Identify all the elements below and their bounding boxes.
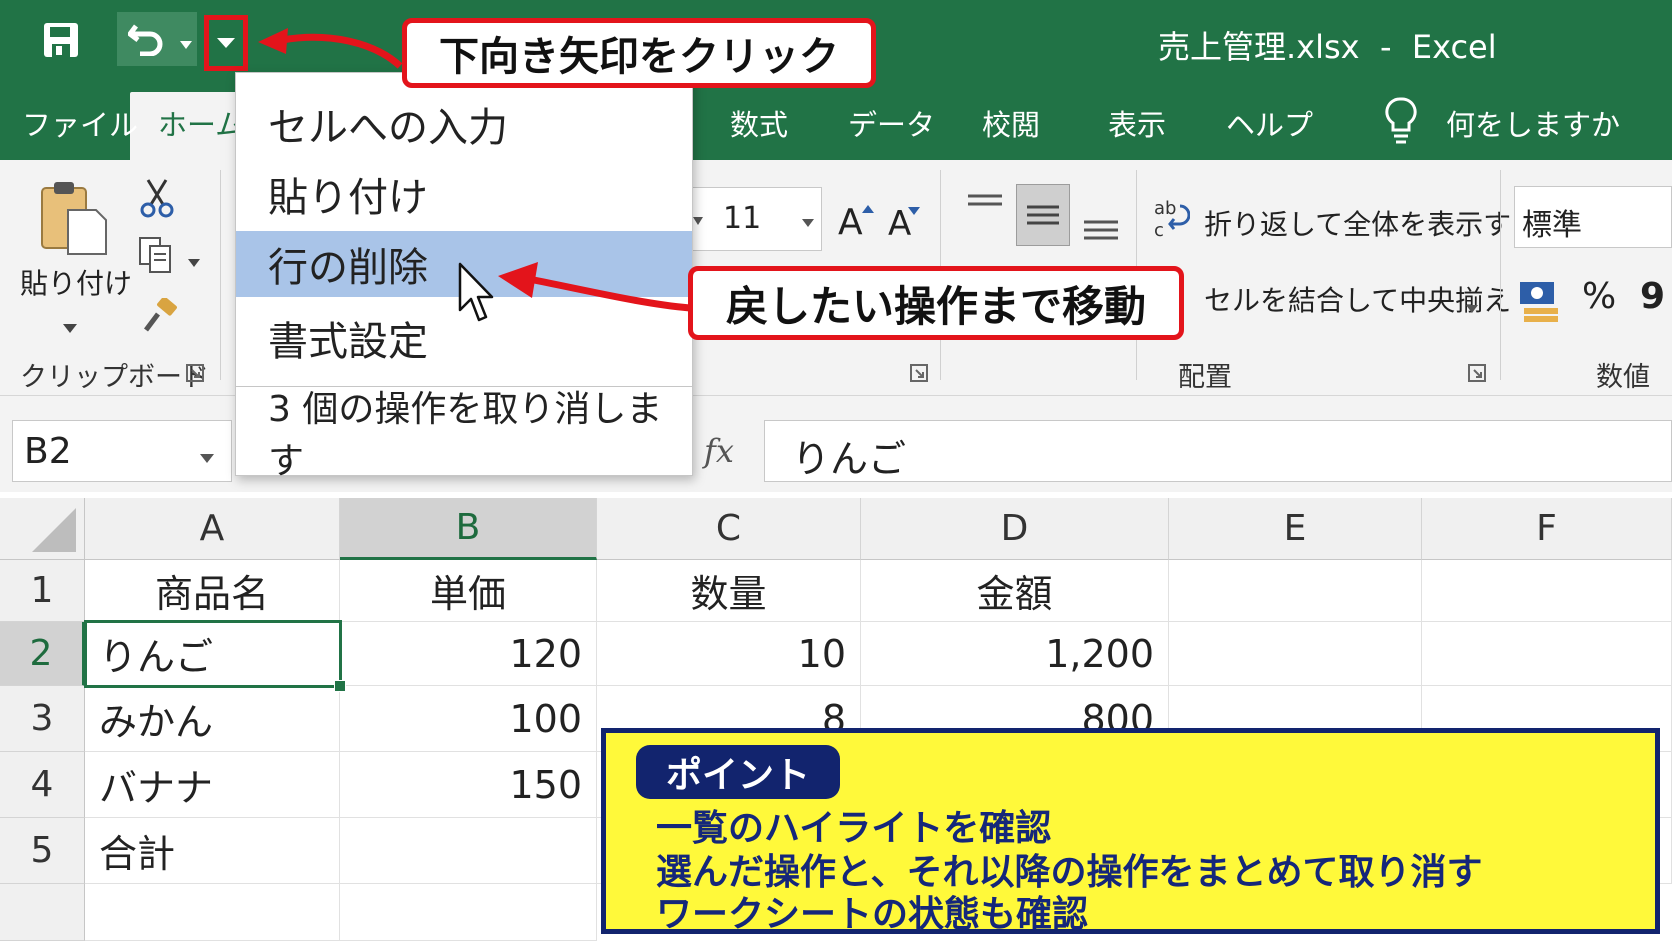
percent-style-button[interactable]: % <box>1582 276 1616 317</box>
tab-review[interactable]: 校閲 <box>982 102 1040 144</box>
fx-icon[interactable]: fx <box>704 432 734 470</box>
shrink-font-caret-icon <box>908 200 920 215</box>
undo-item-cell-input[interactable]: セルへの入力 <box>236 91 692 157</box>
caret-down-icon <box>217 38 235 48</box>
cell-d2[interactable]: 1,200 <box>861 622 1169 686</box>
tab-file[interactable]: ファイル <box>22 102 138 144</box>
active-cell-border <box>84 620 342 688</box>
name-box-value: B2 <box>24 431 72 472</box>
select-all-corner[interactable] <box>0 498 85 560</box>
point-note-box: ポイント 一覧のハイライトを確認 選んだ操作と、それ以降の操作をまとめて取り消す… <box>601 728 1660 935</box>
cell-b2[interactable]: 120 <box>340 622 597 686</box>
format-painter-icon[interactable] <box>142 296 178 334</box>
paste-caret-icon[interactable] <box>63 318 77 333</box>
copy-caret-icon[interactable] <box>188 252 200 267</box>
name-box-caret-icon[interactable] <box>200 448 214 463</box>
align-middle-icon[interactable] <box>1016 184 1070 246</box>
cell-e2[interactable] <box>1169 622 1422 686</box>
row-header-2[interactable]: 2 <box>0 622 85 686</box>
align-bottom-icon[interactable] <box>1082 216 1120 240</box>
tab-help[interactable]: ヘルプ <box>1226 102 1313 144</box>
row-header-5[interactable]: 5 <box>0 818 85 884</box>
number-group-label: 数値 <box>1596 362 1650 393</box>
cell-a3[interactable]: みかん <box>85 686 340 752</box>
cell-b6[interactable] <box>340 884 597 941</box>
row-header-1[interactable]: 1 <box>0 560 85 622</box>
cell-a6[interactable] <box>85 884 340 941</box>
cell-b3[interactable]: 100 <box>340 686 597 752</box>
column-header-d[interactable]: D <box>861 498 1169 560</box>
arrow-to-dropdown <box>248 22 408 72</box>
font-launcher-icon[interactable] <box>910 364 928 382</box>
alignment-group-label: 配置 <box>1178 362 1232 393</box>
svg-text:ab: ab <box>1154 198 1176 219</box>
cell-a5[interactable]: 合計 <box>85 818 340 884</box>
save-icon[interactable] <box>42 22 82 58</box>
cell-f2[interactable] <box>1422 622 1672 686</box>
cell-a4[interactable]: バナナ <box>85 752 340 818</box>
undo-dropdown-button[interactable] <box>204 15 248 71</box>
undo-count-footer: 3 個の操作を取り消します <box>268 389 663 482</box>
undo-icon[interactable] <box>127 22 166 57</box>
wrap-text-icon[interactable]: ab c <box>1152 196 1191 241</box>
mouse-pointer-icon <box>458 262 494 326</box>
alignment-launcher-icon[interactable] <box>1468 364 1486 382</box>
comma-style-button[interactable]: 9 <box>1640 276 1665 317</box>
grow-font-caret-icon <box>862 198 874 213</box>
svg-text:c: c <box>1154 220 1164 240</box>
cell-a1[interactable]: 商品名 <box>85 560 340 622</box>
tab-home[interactable]: ホーム <box>158 102 244 144</box>
paste-icon[interactable] <box>38 180 112 256</box>
tell-me-search[interactable]: 何をしますか <box>1446 102 1620 144</box>
cut-icon[interactable] <box>140 178 174 218</box>
undo-item-paste[interactable]: 貼り付け <box>236 161 692 227</box>
cell-c1[interactable]: 数量 <box>597 560 861 622</box>
row-header-6[interactable] <box>0 884 85 941</box>
lightbulb-icon[interactable] <box>1384 96 1418 146</box>
font-size-caret-icon[interactable] <box>802 212 814 227</box>
undo-small-caret-icon[interactable] <box>180 34 192 49</box>
row-header-4[interactable]: 4 <box>0 752 85 818</box>
cell-b4[interactable]: 150 <box>340 752 597 818</box>
cell-f1[interactable] <box>1422 560 1672 622</box>
formula-input-value: りんご <box>792 437 907 481</box>
row-header-3[interactable]: 3 <box>0 686 85 752</box>
paste-label[interactable]: 貼り付け <box>20 262 132 302</box>
number-format-value: 標準 <box>1522 208 1582 243</box>
cell-e1[interactable] <box>1169 560 1422 622</box>
wrap-text-button[interactable]: 折り返して全体を表示する <box>1204 203 1539 243</box>
font-name-caret-icon[interactable] <box>693 210 703 225</box>
ribbon-separator <box>1500 170 1501 380</box>
tab-formulas[interactable]: 数式 <box>730 102 788 144</box>
cell-d1[interactable]: 金額 <box>861 560 1169 622</box>
column-header-f[interactable]: F <box>1422 498 1672 560</box>
point-line-3: ワークシートの状態も確認 <box>656 894 1089 935</box>
clipboard-launcher-icon[interactable] <box>186 364 204 382</box>
clipboard-group-label: クリップボード <box>20 362 209 393</box>
accounting-format-icon[interactable] <box>1518 278 1562 324</box>
cell-b1[interactable]: 単価 <box>340 560 597 622</box>
column-header-c[interactable]: C <box>597 498 861 560</box>
fill-handle[interactable] <box>334 680 346 692</box>
callout-move-to-operation: 戻したい操作まで移動 <box>688 266 1184 340</box>
ribbon-separator <box>220 170 221 380</box>
callout-click-arrow: 下向き矢印をクリック <box>402 18 876 88</box>
align-top-icon[interactable] <box>966 194 1004 218</box>
window-title: 売上管理.xlsx - Excel <box>1158 28 1497 66</box>
point-badge: ポイント <box>636 745 840 799</box>
grow-font-button[interactable]: A <box>838 202 863 243</box>
column-header-e[interactable]: E <box>1169 498 1422 560</box>
tab-view[interactable]: 表示 <box>1108 102 1166 144</box>
column-header-b[interactable]: B <box>340 498 597 560</box>
copy-icon[interactable] <box>138 236 174 274</box>
font-size-value: 11 <box>723 201 762 236</box>
cell-b5[interactable] <box>340 818 597 884</box>
merge-caret-icon[interactable] <box>1466 298 1478 313</box>
cell-c2[interactable]: 10 <box>597 622 861 686</box>
column-header-a[interactable]: A <box>85 498 340 560</box>
tab-data[interactable]: データ <box>848 102 935 144</box>
arrow-to-menu-item <box>494 256 694 318</box>
